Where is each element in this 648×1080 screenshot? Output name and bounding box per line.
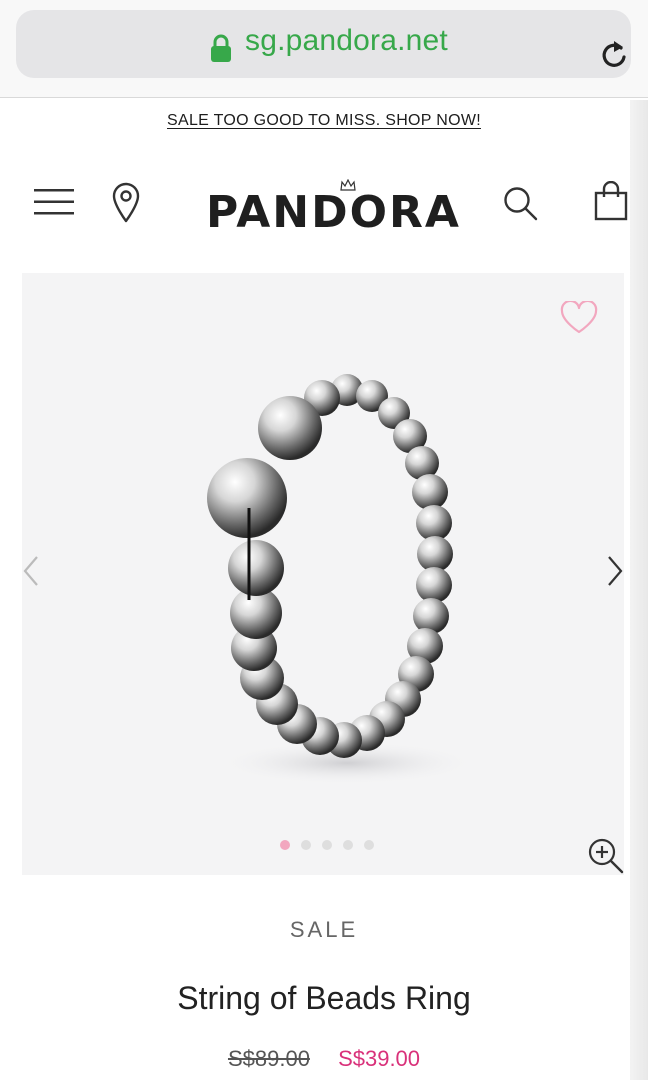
- promo-banner[interactable]: SALE TOO GOOD TO MISS. SHOP NOW!: [0, 112, 648, 130]
- site-header: PANDORA: [0, 165, 648, 245]
- url-text[interactable]: sg.pandora.net: [245, 24, 448, 58]
- pagination-dot[interactable]: [322, 840, 332, 850]
- product-image-ring: [207, 374, 472, 785]
- location-pin-icon[interactable]: [111, 181, 141, 223]
- pagination-dot[interactable]: [343, 840, 353, 850]
- pagination-dot[interactable]: [364, 840, 374, 850]
- previous-image-arrow-icon[interactable]: [22, 553, 42, 589]
- lock-icon: [211, 34, 231, 62]
- product-title: String of Beads Ring: [177, 980, 471, 1016]
- browser-toolbar: sg.pandora.net: [0, 0, 648, 98]
- next-image-arrow-icon[interactable]: [606, 553, 624, 589]
- logo-text: PANDORA: [206, 187, 461, 238]
- promo-link[interactable]: SALE TOO GOOD TO MISS. SHOP NOW!: [167, 112, 481, 129]
- reload-icon[interactable]: [599, 38, 629, 70]
- image-pagination: [280, 840, 374, 850]
- address-bar[interactable]: sg.pandora.net: [16, 10, 631, 78]
- heart-icon[interactable]: [560, 301, 598, 335]
- shopping-bag-icon[interactable]: [594, 181, 628, 221]
- pandora-logo[interactable]: PANDORA: [206, 175, 461, 238]
- search-icon[interactable]: [502, 185, 538, 221]
- original-price: S$89.00: [227, 1046, 310, 1071]
- product-prices: S$89.00 S$39.00: [0, 1046, 648, 1072]
- product-image-gallery[interactable]: [22, 273, 624, 875]
- sale-badge: SALE: [289, 917, 359, 942]
- pagination-dot[interactable]: [301, 840, 311, 850]
- zoom-in-icon[interactable]: [588, 838, 624, 874]
- sale-price: S$39.00: [338, 1046, 421, 1071]
- hamburger-menu-icon[interactable]: [34, 187, 74, 217]
- pagination-dot-active[interactable]: [280, 840, 290, 850]
